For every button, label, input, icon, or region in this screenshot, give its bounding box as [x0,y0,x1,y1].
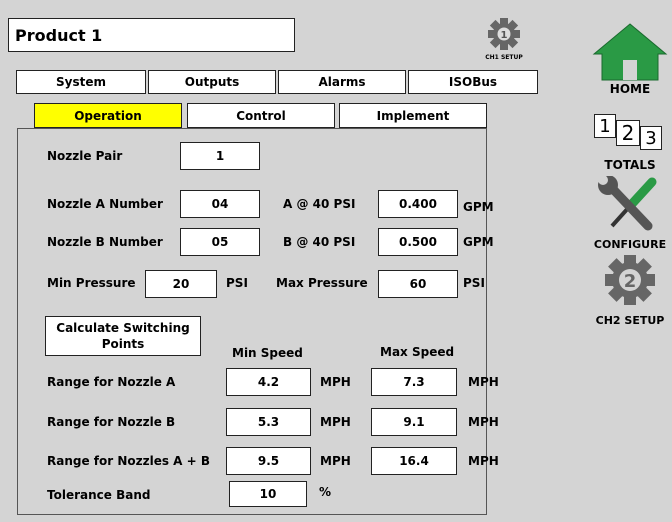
ch2-number: 2 [624,271,637,292]
nozzle-pair-field[interactable]: 1 [180,142,260,170]
range-nozzles-ab-min-field[interactable]: 9.5 [226,447,311,475]
nozzle-b-label: Nozzle B Number [47,235,163,249]
product-title: Product 1 [15,25,103,45]
gpm-b-unit: GPM [463,235,494,249]
min-pressure-label: Min Pressure [47,276,136,290]
b-at-psi-field[interactable]: 0.500 [378,228,458,256]
range-nozzle-a-max-field[interactable]: 7.3 [371,368,457,396]
tolerance-label: Tolerance Band [47,488,151,502]
subtab-operation[interactable]: Operation [34,103,182,128]
tab-outputs-label: Outputs [184,75,240,89]
range-nozzle-a-min-unit: MPH [320,375,351,389]
range-nozzle-a-min-field[interactable]: 4.2 [226,368,311,396]
tab-isobus[interactable]: ISOBus [408,70,538,94]
tolerance-field[interactable]: 10 [229,481,307,507]
ch1-setup-button[interactable]: 1 CH1 SETUP [476,14,532,64]
tab-system[interactable]: System [16,70,146,94]
totals-button[interactable]: 1 2 3 TOTALS [590,112,670,174]
tab-isobus-label: ISOBus [448,75,498,89]
home-label: HOME [609,82,651,96]
product-title-field[interactable]: Product 1 [8,18,295,52]
ch1-setup-label: CH1 SETUP [485,54,523,61]
ch1-number: 1 [501,30,508,41]
totals-digit-3: 3 [640,126,662,150]
nozzle-a-field[interactable]: 04 [180,190,260,218]
wrench-screwdriver-icon [598,176,657,231]
nozzle-a-label: Nozzle A Number [47,197,163,211]
subtab-implement[interactable]: Implement [339,103,487,128]
subtab-operation-label: Operation [74,108,142,123]
calculate-button-line2: Points [101,337,145,351]
tab-outputs[interactable]: Outputs [148,70,276,94]
subtab-control[interactable]: Control [187,103,335,128]
a-at-psi-label: A @ 40 PSI [283,197,356,211]
totals-digit-1: 1 [594,114,616,138]
a-at-psi-field[interactable]: 0.400 [378,190,458,218]
range-nozzles-ab-max-field[interactable]: 16.4 [371,447,457,475]
tolerance-unit: % [319,485,332,499]
range-nozzle-a-label: Range for Nozzle A [47,375,176,389]
totals-digit-2: 2 [616,120,640,146]
range-nozzles-ab-max-unit: MPH [468,454,499,468]
tab-alarms-label: Alarms [318,75,366,89]
calculate-button-line1: Calculate Switching [56,321,190,335]
b-at-psi-label: B @ 40 PSI [283,235,356,249]
max-speed-header: Max Speed [380,345,455,359]
min-pressure-unit: PSI [226,276,248,290]
tab-alarms[interactable]: Alarms [278,70,406,94]
range-nozzle-b-max-field[interactable]: 9.1 [371,408,457,436]
gear-icon: 2 [605,255,655,305]
totals-label: TOTALS [604,158,656,172]
range-nozzle-a-max-unit: MPH [468,375,499,389]
min-speed-header: Min Speed [232,346,303,360]
nozzle-pair-label: Nozzle Pair [47,149,123,163]
configure-label: CONFIGURE [593,238,667,251]
range-nozzles-ab-min-unit: MPH [320,454,351,468]
nozzle-b-field[interactable]: 05 [180,228,260,256]
totals-icon: 1 2 3 [592,112,666,152]
subtab-control-label: Control [236,108,286,123]
max-pressure-label: Max Pressure [276,276,368,290]
min-pressure-field[interactable]: 20 [145,270,217,298]
tab-system-label: System [56,75,106,89]
range-nozzle-b-label: Range for Nozzle B [47,415,176,429]
range-nozzle-b-min-unit: MPH [320,415,351,429]
home-icon [592,23,668,81]
ch2-setup-button[interactable]: 2 CH2 SETUP [590,252,670,332]
subtab-implement-label: Implement [376,108,450,123]
range-nozzles-ab-label: Range for Nozzles A + B [47,454,211,468]
home-button[interactable]: HOME [590,20,670,100]
ch2-setup-label: CH2 SETUP [595,314,665,327]
gear-icon: 1 [488,18,520,50]
calculate-switching-points-button[interactable]: Calculate Switching Points [45,316,201,356]
range-nozzle-b-min-field[interactable]: 5.3 [226,408,311,436]
gpm-a-unit: GPM [463,200,494,214]
max-pressure-unit: PSI [463,276,485,290]
range-nozzle-b-max-unit: MPH [468,415,499,429]
configure-button[interactable]: CONFIGURE [590,176,670,252]
max-pressure-field[interactable]: 60 [378,270,458,298]
